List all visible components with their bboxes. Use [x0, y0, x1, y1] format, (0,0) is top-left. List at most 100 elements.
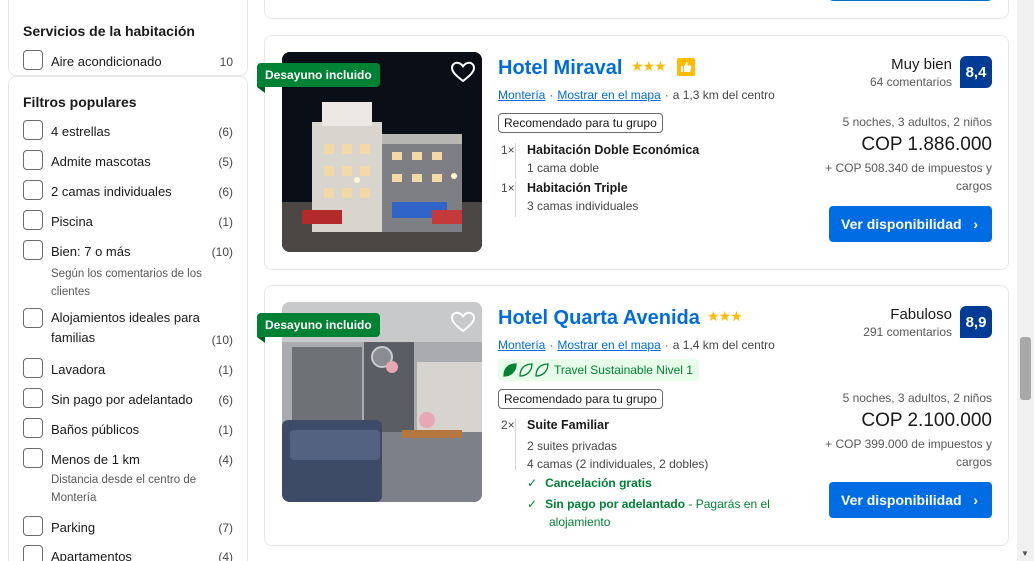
review-score[interactable]: 8,4	[960, 56, 992, 88]
search-results-page: Servicios de la habitación Aire acondici…	[0, 0, 1034, 561]
filter-count: (4)	[218, 453, 233, 467]
checkbox[interactable]	[23, 150, 43, 170]
review-count[interactable]: 64 comentarios	[870, 75, 952, 89]
location-row: Montería · Mostrar en el mapa · a 1,3 km del…	[498, 88, 775, 102]
hotel-name-link[interactable]: Hotel Miraval	[498, 57, 622, 80]
filter-count: (6)	[218, 185, 233, 199]
city-link[interactable]: Montería	[498, 88, 545, 102]
filter-label: Aire acondicionado	[51, 54, 162, 69]
availability-button-label: Ver disponibilidad	[841, 216, 962, 232]
checkbox[interactable]	[23, 418, 43, 438]
availability-button-label: Ver disponibilidad	[841, 492, 962, 508]
price: COP 1.886.000	[861, 134, 992, 155]
breakfast-badge: Desayuno incluido	[257, 313, 380, 343]
scroll-down-arrow-icon[interactable]: ▼	[1021, 549, 1029, 558]
star-rating: ★★★	[631, 58, 667, 74]
rating-word: Fabuloso	[890, 306, 952, 323]
room-services-heading: Servicios de la habitación	[23, 23, 195, 39]
distance-text: a 1,3 km del centro	[672, 88, 775, 102]
review-score[interactable]: 8,9	[960, 306, 992, 338]
filter-label: Menos de 1 km	[51, 452, 140, 467]
checkbox[interactable]	[23, 545, 43, 561]
filter-count: (10)	[211, 333, 233, 347]
distance-text: a 1,4 km del centro	[672, 338, 775, 352]
filter-sublabel: Según los comentarios de los clientes	[51, 268, 202, 298]
filter-label: 2 camas individuales	[51, 184, 172, 199]
chevron-right-icon: ›	[973, 216, 978, 232]
heart-icon[interactable]	[449, 308, 477, 336]
show-on-map-link[interactable]: Mostrar en el mapa	[557, 338, 660, 352]
filter-label: Alojamientos ideales para familias	[51, 310, 200, 345]
checkbox[interactable]	[23, 180, 43, 200]
checkbox[interactable]	[23, 210, 43, 230]
free-cancellation: ✓ Cancelación gratis	[527, 476, 652, 490]
review-count[interactable]: 291 comentarios	[863, 325, 952, 339]
popular-filters-heading: Filtros populares	[23, 94, 137, 110]
check-icon: ✓	[527, 497, 538, 511]
filter-sublabel: Distancia desde el centro de Montería	[51, 474, 197, 504]
filter-count: (6)	[218, 393, 233, 407]
room-detail: 1 cama doble	[527, 161, 600, 175]
checkbox[interactable]	[23, 50, 43, 70]
previous-property-card	[264, 0, 1009, 19]
checkbox[interactable]	[23, 448, 43, 468]
checkbox[interactable]	[23, 308, 43, 328]
recommended-tag: Recomendado para tu grupo	[498, 389, 663, 409]
room-name: Suite Familiar	[527, 418, 609, 432]
free-cancellation-text: Cancelación gratis	[545, 476, 652, 490]
stay-summary: 5 noches, 3 adultos, 2 niños	[842, 115, 992, 129]
filter-label: 4 estrellas	[51, 124, 111, 139]
sustainable-text: Travel Sustainable Nivel 1	[554, 363, 693, 377]
thumbs-up-icon	[677, 58, 695, 76]
check-icon: ✓	[527, 476, 538, 490]
filter-label: Lavadora	[51, 362, 106, 377]
property-card: Desayuno incluido Hotel Miraval ★★★ Mont…	[257, 35, 1009, 270]
rating-word: Muy bien	[891, 56, 952, 73]
popular-filters-panel: Filtros populares 4 estrellas (6) Admite…	[8, 76, 248, 561]
filter-label: Admite mascotas	[51, 154, 151, 169]
checkbox[interactable]	[23, 120, 43, 140]
availability-button[interactable]: Ver disponibilidad ›	[829, 206, 992, 242]
filter-count: (1)	[218, 215, 233, 229]
filter-label: Baños públicos	[51, 422, 140, 437]
chevron-right-icon: ›	[973, 492, 978, 508]
no-prepayment: ✓ Sin pago por adelantado - Pagarás en el…	[527, 495, 770, 531]
price: COP 2.100.000	[861, 410, 992, 431]
availability-button-partial[interactable]	[829, 0, 992, 1]
checkbox[interactable]	[23, 240, 43, 260]
room-detail: 3 camas individuales	[527, 199, 639, 213]
taxes-note: + COP 399.000 de impuestos y cargos	[825, 437, 992, 469]
filter-count: (7)	[218, 521, 233, 535]
hotel-name-link[interactable]: Hotel Quarta Avenida	[498, 307, 700, 330]
room-detail: 4 camas (2 individuales, 2 dobles)	[527, 457, 709, 471]
filter-count: (4)	[218, 550, 233, 561]
scrollbar-thumb[interactable]	[1020, 337, 1031, 400]
page-scrollbar[interactable]: ▼	[1017, 0, 1034, 561]
filter-count: (6)	[218, 125, 233, 139]
filter-count: (1)	[218, 423, 233, 437]
filter-count: (5)	[218, 155, 233, 169]
checkbox[interactable]	[23, 358, 43, 378]
breakfast-badge-text: Desayuno incluido	[265, 68, 372, 82]
availability-button[interactable]: Ver disponibilidad ›	[829, 482, 992, 518]
property-card: Desayuno incluido Hotel Quarta Avenida ★…	[257, 285, 1009, 546]
filter-label: Sin pago por adelantado	[51, 392, 193, 407]
filter-label: Apartamentos	[51, 549, 132, 561]
location-row: Montería · Mostrar en el mapa · a 1,4 km del…	[498, 338, 775, 352]
filter-label: Piscina	[51, 214, 93, 229]
filter-count: 10	[219, 55, 233, 69]
breakfast-badge-text: Desayuno incluido	[265, 318, 372, 332]
checkbox[interactable]	[23, 388, 43, 408]
room-name: Habitación Triple	[527, 181, 628, 195]
checkbox[interactable]	[23, 516, 43, 536]
city-link[interactable]: Montería	[498, 338, 545, 352]
no-prepayment-note-line2: alojamiento	[549, 515, 611, 529]
room-qty: 2×	[501, 418, 515, 432]
room-services-panel: Servicios de la habitación Aire acondici…	[8, 0, 248, 76]
no-prepayment-note: - Pagarás en el	[685, 497, 770, 511]
heart-icon[interactable]	[449, 58, 477, 86]
sustainable-badge: Travel Sustainable Nivel 1	[498, 359, 699, 381]
show-on-map-link[interactable]: Mostrar en el mapa	[557, 88, 660, 102]
room-name: Habitación Doble Económica	[527, 143, 700, 157]
recommended-tag: Recomendado para tu grupo	[498, 113, 663, 133]
